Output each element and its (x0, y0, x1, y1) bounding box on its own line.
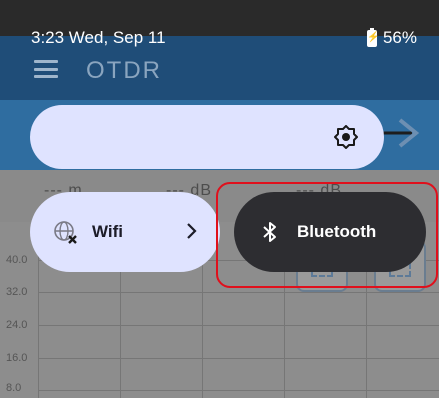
status-time: 3:23 Wed, Sep 11 (31, 28, 166, 47)
brightness-slider[interactable] (30, 105, 384, 169)
highlight-box (216, 182, 438, 288)
menu-icon (34, 60, 58, 78)
wifi-off-icon (54, 221, 77, 244)
y-tick: 24.0 (6, 319, 28, 331)
wifi-tile[interactable]: Wifi (30, 192, 220, 272)
app-title: OTDR (86, 57, 162, 84)
brightness-icon (334, 125, 358, 149)
y-tick: 16.0 (6, 352, 28, 364)
battery-status: 56% (366, 27, 417, 48)
y-tick: 8.0 (6, 382, 22, 394)
chevron-right-icon[interactable] (186, 221, 198, 241)
y-tick: 32.0 (6, 286, 28, 298)
battery-charging-icon (366, 27, 379, 47)
y-tick: 40.0 (6, 254, 28, 266)
battery-percent: 56% (382, 28, 417, 47)
wifi-label: Wifi (92, 222, 124, 241)
